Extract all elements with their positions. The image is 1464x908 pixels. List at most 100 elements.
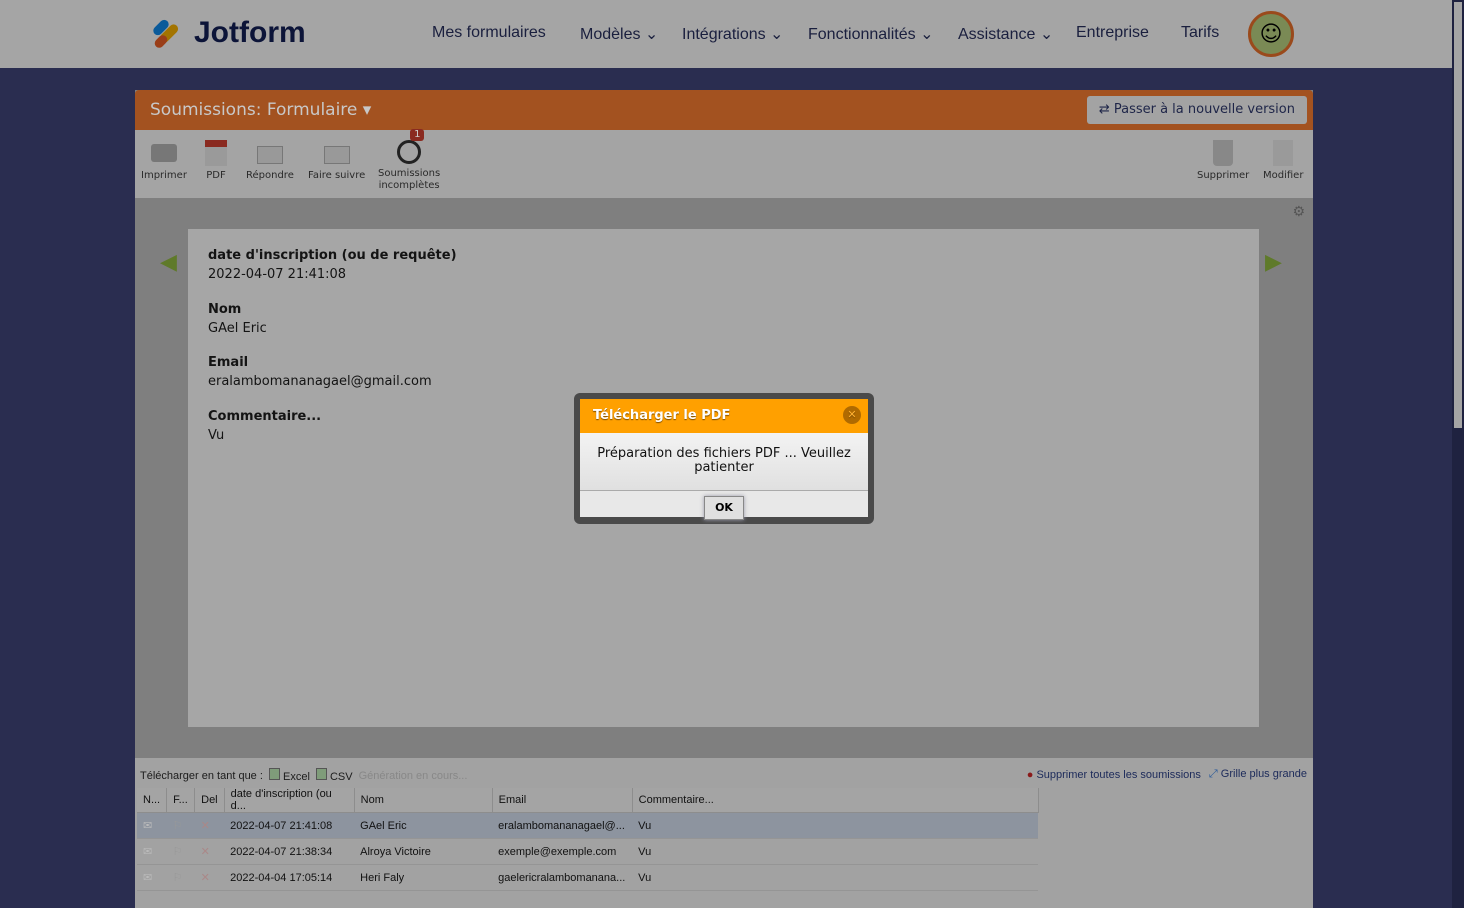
reply-button[interactable]: Répondre [246, 140, 294, 182]
clock-icon: 1 [397, 129, 425, 164]
delete-x-icon[interactable]: ✕ [194, 864, 225, 891]
page-scrollbar[interactable] [1452, 0, 1464, 908]
previous-arrow-icon[interactable]: ◀ [160, 250, 177, 275]
print-button[interactable]: Imprimer [141, 140, 187, 182]
field-label: Nom [208, 302, 242, 317]
col-header[interactable]: N... [137, 788, 168, 813]
col-header[interactable]: Del [194, 788, 225, 813]
cell-email: eralambomananagael@... [492, 812, 633, 839]
field-email: Email eralambomananagael@gmail.com [208, 355, 432, 389]
read-envelope-icon[interactable]: ✉ [137, 864, 167, 891]
incomplete-submissions-button[interactable]: 1 Soumissions incomplètes [378, 129, 440, 192]
settings-gear-icon[interactable]: ⚙ [1292, 204, 1305, 220]
delete-x-icon[interactable]: ✕ [194, 838, 225, 865]
user-avatar[interactable]: ☺ [1248, 11, 1294, 57]
field-label: date d'inscription (ou de requête) [208, 248, 457, 263]
field-value: 2022-04-07 21:41:08 [208, 267, 347, 282]
printer-icon [150, 144, 177, 162]
pdf-icon [205, 140, 227, 166]
field-date: date d'inscription (ou de requête) 2022-0… [208, 248, 457, 282]
col-header[interactable]: Commentaire... [632, 788, 1039, 813]
pdf-button[interactable]: PDF [205, 140, 227, 182]
nav-tarifs[interactable]: Tarifs [1181, 24, 1219, 42]
cell-date: 2022-04-04 17:05:14 [224, 864, 355, 891]
close-icon[interactable]: ✕ [843, 406, 861, 424]
forward-envelope-icon [323, 146, 350, 164]
nav-entreprise[interactable]: Entreprise [1076, 24, 1149, 42]
dialog-title: Télécharger le PDF [593, 408, 731, 423]
delete-circle-icon: ● [1026, 768, 1034, 781]
table-row[interactable]: ✉ ⚐ ✕ 2022-04-07 21:38:34 Alroya Victoire exe… [137, 838, 1039, 865]
scrollbar-thumb[interactable] [1454, 2, 1462, 428]
csv-label: CSV [329, 771, 353, 783]
field-comment: Commentaire... Vu [208, 409, 321, 443]
envelope-icon [256, 146, 283, 164]
form-selector[interactable]: Soumissions: Formulaire ▾ [150, 100, 371, 120]
csv-download[interactable]: CSV [315, 768, 353, 783]
expand-icon: ⤢ [1208, 768, 1218, 780]
incomplete-label-2: incomplètes [378, 180, 440, 191]
new-version-button[interactable]: ⇄ Passer à la nouvelle version [1086, 96, 1307, 124]
edit-button[interactable]: Modifier [1263, 140, 1303, 182]
cell-date: 2022-04-07 21:38:34 [224, 838, 355, 865]
edit-label: Modifier [1263, 170, 1304, 181]
cell-name: Heri Faly [354, 864, 493, 891]
reply-label: Répondre [246, 170, 294, 181]
excel-download[interactable]: Excel [268, 768, 310, 783]
nav-assistance[interactable]: Assistance ⌄ [958, 24, 1053, 44]
cell-comment: Vu [632, 812, 1039, 839]
cell-name: GAel Eric [354, 812, 493, 839]
read-envelope-icon[interactable]: ✉ [137, 838, 167, 865]
dialog-header: Télécharger le PDF ✕ [580, 399, 868, 433]
col-header[interactable]: Email [492, 788, 633, 813]
nav-modeles[interactable]: Modèles ⌄ [580, 24, 658, 44]
cell-date: 2022-04-07 21:41:08 [224, 812, 355, 839]
flag-icon[interactable]: ⚐ [166, 864, 195, 891]
cell-comment: Vu [632, 838, 1039, 865]
top-navbar: Jotform Mes formulaires Modèles ⌄ Intégr… [0, 0, 1452, 68]
table-row[interactable]: ✉ ⚐ ✕ 2022-04-07 21:41:08 GAel Eric eralambom… [137, 812, 1039, 839]
col-header[interactable]: date d'inscription (ou d... [224, 788, 355, 813]
ok-button[interactable]: OK [704, 496, 744, 520]
delete-all-button[interactable]: ● Supprimer toutes les soumissions [1027, 769, 1201, 781]
bigger-grid-label: Grille plus grande [1220, 768, 1307, 780]
bigger-grid-button[interactable]: ⤢ Grille plus grande [1209, 768, 1307, 781]
next-arrow-icon[interactable]: ▶ [1265, 250, 1282, 275]
nav-fonctionnalites[interactable]: Fonctionnalités ⌄ [808, 24, 933, 44]
incomplete-badge: 1 [410, 129, 425, 141]
flag-icon[interactable]: ⚐ [166, 812, 195, 839]
cell-email: exemple@exemple.com [492, 838, 633, 865]
forward-button[interactable]: Faire suivre [308, 140, 365, 182]
jotform-logo[interactable]: Jotform [151, 16, 306, 50]
grid-actions: ● Supprimer toutes les soumissions ⤢ Gri… [1027, 768, 1307, 781]
pencil-icon [1273, 140, 1294, 166]
excel-icon [268, 768, 280, 780]
delete-button[interactable]: Supprimer [1197, 140, 1249, 182]
panel-header: Soumissions: Formulaire ▾ ⇄ Passer à la … [135, 90, 1313, 130]
print-label: Imprimer [141, 170, 187, 181]
field-value: GAel Eric [208, 321, 267, 336]
cell-name: Alroya Victoire [354, 838, 493, 865]
csv-icon [315, 768, 327, 780]
logo-icon [151, 17, 184, 50]
new-version-label: Passer à la nouvelle version [1113, 102, 1295, 117]
nav-mes-formulaires[interactable]: Mes formulaires [432, 24, 546, 42]
generating-status: Génération en cours... [358, 769, 468, 782]
delete-x-icon[interactable]: ✕ [194, 812, 225, 839]
read-envelope-icon[interactable]: ✉ [137, 812, 167, 839]
cell-comment: Vu [632, 864, 1039, 891]
trash-icon [1213, 140, 1234, 166]
field-name: Nom GAel Eric [208, 302, 267, 336]
col-header[interactable]: Nom [354, 788, 493, 813]
table-row[interactable]: ✉ ⚐ ✕ 2022-04-04 17:05:14 Heri Faly gaelericr… [137, 864, 1039, 891]
nav-label: Modèles [580, 26, 641, 43]
excel-label: Excel [282, 771, 310, 783]
grid-section: Télécharger en tant que : Excel CSV Géné… [135, 758, 1313, 908]
flag-icon[interactable]: ⚐ [166, 838, 195, 865]
col-header[interactable]: F... [166, 788, 196, 813]
toolbar: Imprimer PDF Répondre Faire suivre 1 Soum… [135, 129, 1313, 198]
cell-email: gaelericralambomanana... [492, 864, 633, 891]
nav-integrations[interactable]: Intégrations ⌄ [682, 24, 783, 44]
field-value: Vu [208, 428, 225, 443]
brand-name: Jotform [194, 16, 306, 49]
